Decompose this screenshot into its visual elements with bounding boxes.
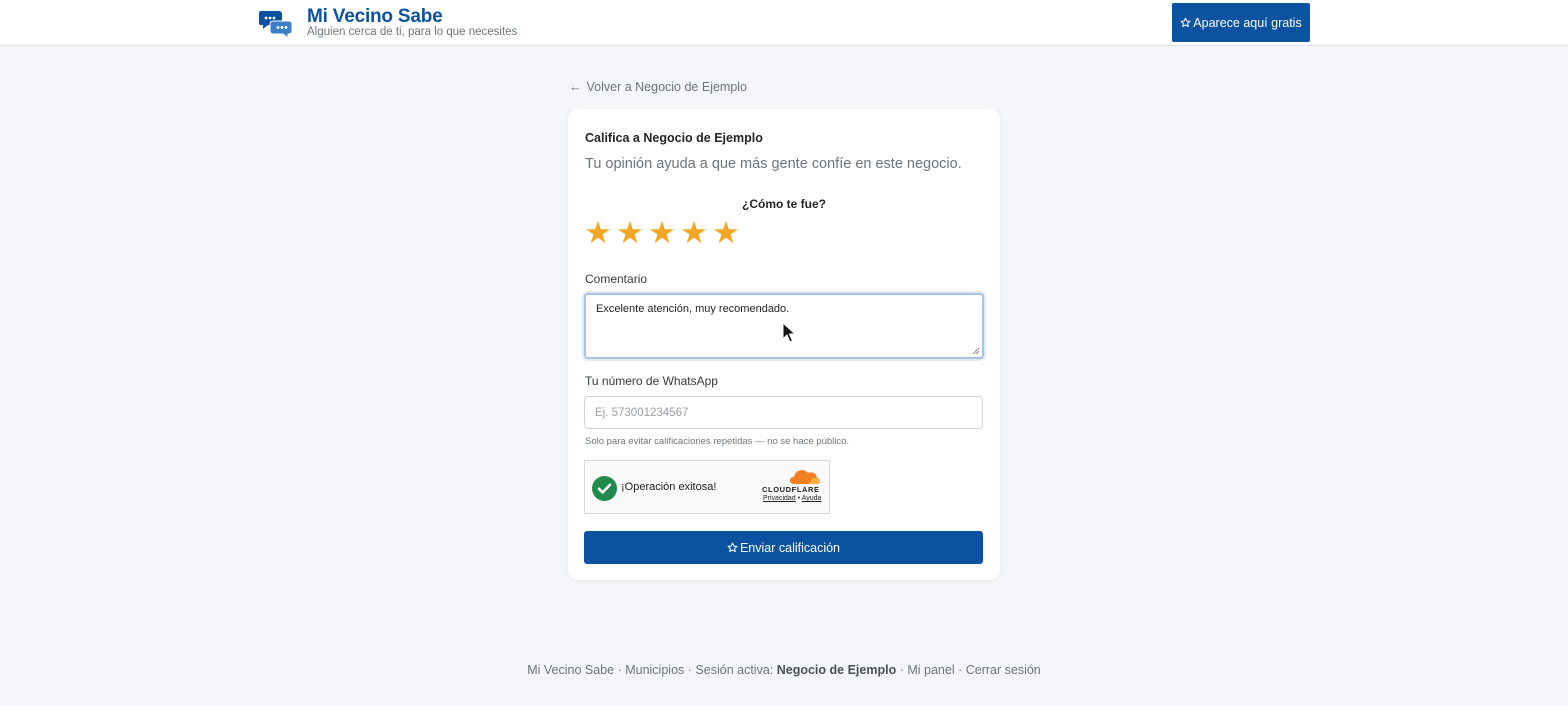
form-title: Califica a Negocio de Ejemplo (585, 131, 763, 145)
submit-rating-button[interactable]: Enviar calificación (584, 531, 983, 564)
brand-tagline: Alguien cerca de ti, para lo que necesit… (307, 26, 518, 38)
arrow-left-icon: ← (569, 80, 582, 94)
privacy-link[interactable]: Privacidad (763, 495, 796, 502)
captcha-status: ¡Operación exitosa! (621, 481, 717, 493)
footer-brand-link[interactable]: Mi Vecino Sabe (527, 663, 614, 677)
rating-question: ¿Cómo te fue? (742, 197, 826, 211)
footer-sep: · (958, 663, 963, 677)
cloudflare-turnstile-widget[interactable]: ¡Operación exitosa! CLOUDFLARE Privacida… (584, 460, 830, 514)
footer-panel-link[interactable]: Mi panel (907, 663, 954, 677)
success-check-icon (592, 476, 617, 501)
star-2-icon[interactable]: ★ (614, 215, 646, 251)
star-5-icon[interactable]: ★ (710, 215, 742, 251)
whatsapp-input[interactable] (584, 396, 983, 429)
back-link-label: Volver a Negocio de Ejemplo (586, 80, 748, 94)
whatsapp-help-text: Solo para evitar calificaciones repetida… (585, 436, 850, 447)
appear-free-label: Aparece aquí gratis (1193, 15, 1302, 30)
footer-logout-link[interactable]: Cerrar sesión (966, 663, 1041, 677)
footer-sep: · (687, 663, 692, 677)
star-4-icon[interactable]: ★ (678, 215, 710, 251)
footer: Mi Vecino Sabe · Municipios · Sesión act… (0, 663, 1568, 677)
submit-rating-label: Enviar calificación (739, 540, 841, 555)
cloudflare-wordmark: CLOUDFLARE (762, 485, 820, 494)
help-link[interactable]: Ayuda (802, 495, 822, 502)
footer-municipios-link[interactable]: Municipios (625, 663, 684, 677)
comment-label: Comentario (585, 272, 648, 286)
whatsapp-label: Tu número de WhatsApp (585, 374, 718, 388)
footer-sep: · (899, 663, 904, 677)
cloudflare-cloud-icon (789, 470, 820, 484)
star-3-icon[interactable]: ★ (646, 215, 678, 251)
resize-grip-icon[interactable] (972, 347, 980, 355)
mouse-cursor-icon (782, 322, 796, 343)
appear-free-button[interactable]: Aparece aquí gratis (1172, 3, 1310, 42)
star-outline-icon (1180, 17, 1191, 28)
footer-sep: · (617, 663, 622, 677)
comment-text: Excelente atención, muy recomendado. (596, 303, 790, 315)
star-rating: ★ ★ ★ ★ ★ (582, 215, 742, 251)
form-subtitle: Tu opinión ayuda a que más gente confíe … (585, 156, 962, 172)
chat-bubbles-logo-icon[interactable] (259, 8, 293, 38)
rating-form-card: Califica a Negocio de Ejemplo Tu opinión… (568, 109, 1000, 580)
footer-session-name: Negocio de Ejemplo (776, 663, 897, 677)
top-navbar: Mi Vecino Sabe Alguien cerca de ti, para… (0, 0, 1568, 46)
back-link[interactable]: ← Volver a Negocio de Ejemplo (569, 80, 747, 94)
star-outline-icon (727, 542, 738, 553)
footer-session-prefix: Sesión activa: (695, 663, 774, 677)
brand-name[interactable]: Mi Vecino Sabe (307, 6, 443, 28)
link-separator: • (797, 495, 801, 502)
star-1-icon[interactable]: ★ (582, 215, 614, 251)
captcha-links: Privacidad • Ayuda (763, 495, 821, 502)
